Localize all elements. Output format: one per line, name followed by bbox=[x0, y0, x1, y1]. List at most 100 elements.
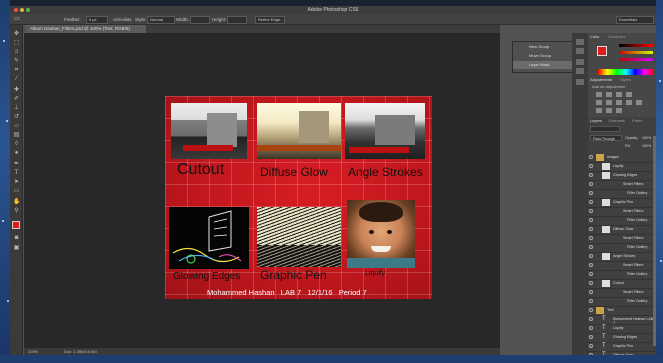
visibility-eye-icon[interactable] bbox=[589, 209, 593, 213]
quick-select-tool-icon[interactable]: ✎ bbox=[13, 58, 20, 65]
graphic-pen-photo[interactable] bbox=[257, 207, 341, 267]
zoom-tool-icon[interactable]: ⚲ bbox=[13, 208, 20, 215]
paragraph-panel-icon[interactable] bbox=[576, 68, 584, 74]
feather-input[interactable]: 0 px bbox=[86, 16, 108, 24]
kind-filter-select[interactable] bbox=[590, 126, 620, 132]
layer-row[interactable]: T Diffuse Glow bbox=[588, 351, 656, 355]
tab-color[interactable]: Color bbox=[590, 34, 600, 40]
character-panel-icon[interactable] bbox=[576, 59, 584, 65]
document-tab[interactable]: Album Hashan_Filters.psd @ 100% (Text, R… bbox=[26, 25, 146, 33]
visibility-eye-icon[interactable] bbox=[589, 182, 593, 186]
visibility-eye-icon[interactable] bbox=[589, 245, 593, 249]
fill-value[interactable]: 100% bbox=[642, 144, 651, 148]
workspace-switcher[interactable]: Essentials bbox=[616, 16, 654, 24]
tab-swatches[interactable]: Swatches bbox=[608, 34, 625, 40]
crop-tool-icon[interactable]: ⌗ bbox=[13, 67, 20, 74]
properties-panel-icon[interactable] bbox=[576, 48, 584, 54]
visibility-eye-icon[interactable] bbox=[589, 290, 593, 294]
visibility-eye-icon[interactable] bbox=[589, 164, 593, 168]
brush-panel-icon[interactable] bbox=[576, 79, 584, 85]
hue-saturation-adjustment-icon[interactable] bbox=[606, 100, 612, 105]
brush-tool-icon[interactable]: ✐ bbox=[13, 96, 20, 103]
angle-strokes-photo[interactable] bbox=[345, 103, 425, 159]
brightness-adjustment-icon[interactable] bbox=[596, 92, 602, 97]
blue-slider[interactable] bbox=[619, 58, 653, 61]
invert-adjustment-icon[interactable] bbox=[596, 108, 602, 113]
color-foreground-chip[interactable] bbox=[597, 46, 607, 56]
visibility-eye-icon[interactable] bbox=[589, 227, 593, 231]
blur-tool-icon[interactable]: ◊ bbox=[13, 141, 20, 148]
diffuse-glow-photo[interactable] bbox=[257, 103, 341, 159]
vibrance-adjustment-icon[interactable] bbox=[596, 100, 602, 105]
threshold-adjustment-icon[interactable] bbox=[616, 108, 622, 113]
type-tool-icon[interactable]: T bbox=[13, 170, 20, 177]
style-select[interactable]: Normal bbox=[147, 16, 175, 24]
screen-mode-icon[interactable]: ▣ bbox=[13, 245, 20, 252]
visibility-eye-icon[interactable] bbox=[589, 299, 593, 303]
visibility-eye-icon[interactable] bbox=[589, 353, 593, 355]
visibility-eye-icon[interactable] bbox=[589, 344, 593, 348]
exposure-adjustment-icon[interactable] bbox=[626, 92, 632, 97]
history-item[interactable]: Move Group bbox=[513, 52, 579, 60]
width-input[interactable] bbox=[190, 16, 210, 24]
document-canvas[interactable]: Cutout Diffuse Glow Angle Strokes Glowin… bbox=[165, 96, 432, 299]
cutout-photo[interactable] bbox=[171, 103, 247, 159]
zoom-level[interactable]: 100% bbox=[28, 349, 38, 354]
refine-edge-button[interactable]: Refine Edge... bbox=[255, 16, 285, 24]
dodge-tool-icon[interactable]: ● bbox=[13, 150, 20, 157]
move-tool-icon[interactable]: ✥ bbox=[13, 31, 20, 38]
path-select-tool-icon[interactable]: ➤ bbox=[13, 179, 20, 186]
visibility-eye-icon[interactable] bbox=[589, 335, 593, 339]
visibility-eye-icon[interactable] bbox=[589, 173, 593, 177]
visibility-eye-icon[interactable] bbox=[589, 254, 593, 258]
healing-tool-icon[interactable]: ✚ bbox=[13, 87, 20, 94]
green-slider[interactable] bbox=[619, 51, 653, 54]
height-input[interactable] bbox=[227, 16, 247, 24]
history-item-active[interactable]: Layer Mask bbox=[513, 61, 579, 69]
visibility-eye-icon[interactable] bbox=[589, 263, 593, 267]
gradient-tool-icon[interactable]: ▤ bbox=[13, 132, 20, 139]
visibility-eye-icon[interactable] bbox=[589, 191, 593, 195]
color-spectrum[interactable] bbox=[598, 69, 654, 75]
opacity-value[interactable]: 100% bbox=[642, 136, 651, 140]
history-panel-icon[interactable] bbox=[576, 39, 584, 45]
lasso-tool-icon[interactable]: ↄ bbox=[13, 49, 20, 56]
liquify-photo[interactable] bbox=[347, 200, 415, 268]
tab-styles[interactable]: Styles bbox=[620, 77, 631, 83]
black-white-adjustment-icon[interactable] bbox=[626, 100, 632, 105]
hand-tool-icon[interactable]: ✋ bbox=[13, 199, 20, 206]
visibility-eye-icon[interactable] bbox=[589, 317, 593, 321]
foreground-color-swatch[interactable] bbox=[12, 221, 20, 229]
shape-tool-icon[interactable]: ▭ bbox=[13, 188, 20, 195]
photo-filter-adjustment-icon[interactable] bbox=[636, 100, 642, 105]
history-brush-tool-icon[interactable]: ↺ bbox=[13, 114, 20, 121]
visibility-eye-icon[interactable] bbox=[589, 272, 593, 276]
tab-adjustments[interactable]: Adjustments bbox=[590, 77, 612, 83]
curves-adjustment-icon[interactable] bbox=[616, 92, 622, 97]
marquee-tool-icon[interactable]: ⬚ bbox=[13, 40, 20, 47]
quick-mask-icon[interactable]: ◙ bbox=[13, 235, 20, 242]
visibility-eye-icon[interactable] bbox=[589, 218, 593, 222]
marquee-tool-icon[interactable]: ▭ bbox=[14, 15, 20, 22]
layers-scrollbar[interactable] bbox=[653, 136, 656, 346]
visibility-eye-icon[interactable] bbox=[589, 236, 593, 240]
antialias-checkbox[interactable]: Anti-alias bbox=[113, 17, 132, 22]
tab-paths[interactable]: Paths bbox=[632, 118, 642, 124]
pen-tool-icon[interactable]: ✒ bbox=[13, 161, 20, 168]
visibility-eye-icon[interactable] bbox=[589, 200, 593, 204]
levels-adjustment-icon[interactable] bbox=[606, 92, 612, 97]
tab-layers[interactable]: Layers bbox=[590, 118, 602, 124]
stamp-tool-icon[interactable]: ⊥ bbox=[13, 105, 20, 112]
visibility-eye-icon[interactable] bbox=[589, 155, 593, 159]
red-slider[interactable] bbox=[619, 44, 653, 47]
visibility-eye-icon[interactable] bbox=[589, 281, 593, 285]
eyedropper-tool-icon[interactable]: ⁄ bbox=[13, 76, 20, 83]
posterize-adjustment-icon[interactable] bbox=[606, 108, 612, 113]
color-balance-adjustment-icon[interactable] bbox=[616, 100, 622, 105]
visibility-eye-icon[interactable] bbox=[589, 326, 593, 330]
history-item[interactable]: New Group bbox=[513, 43, 579, 51]
glowing-edges-photo[interactable] bbox=[169, 207, 249, 269]
visibility-eye-icon[interactable] bbox=[589, 308, 593, 312]
blend-mode-select[interactable]: Pass Through bbox=[590, 135, 622, 141]
tab-channels[interactable]: Channels bbox=[608, 118, 625, 124]
